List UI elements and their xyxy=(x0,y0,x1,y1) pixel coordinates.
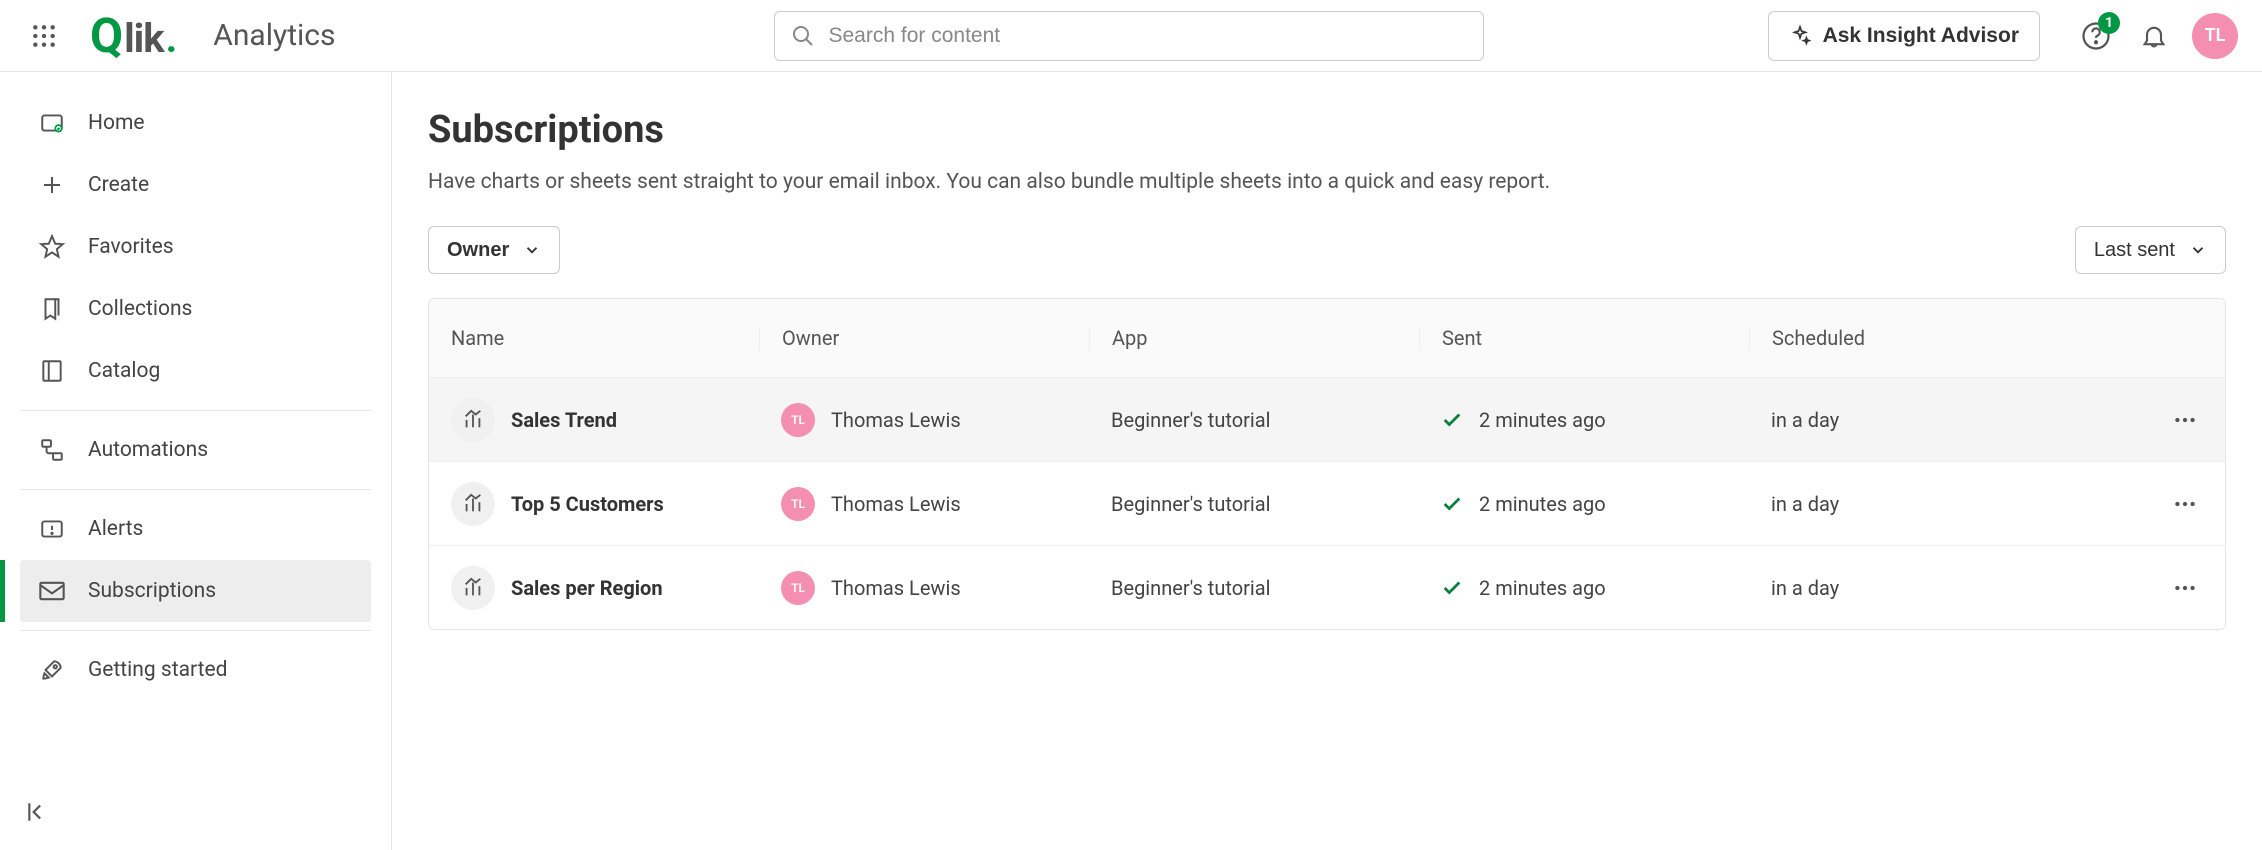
sidebar-item-subscriptions[interactable]: Subscriptions xyxy=(20,560,371,622)
main-content: Subscriptions Have charts or sheets sent… xyxy=(392,72,2262,850)
sidebar-item-getting-started[interactable]: Getting started xyxy=(20,639,371,701)
search-icon xyxy=(791,24,815,48)
row-name: Sales Trend xyxy=(511,408,617,432)
row-menu-button[interactable] xyxy=(2163,482,2207,526)
owner-avatar: TL xyxy=(781,403,815,437)
sidebar: Home Create Favorites Collections xyxy=(0,72,392,850)
row-sent: 2 minutes ago xyxy=(1479,576,1606,600)
qlik-logo[interactable]: Qlik. xyxy=(90,7,177,64)
sidebar-item-catalog[interactable]: Catalog xyxy=(20,340,371,402)
sidebar-item-collections[interactable]: Collections xyxy=(20,278,371,340)
row-menu-button[interactable] xyxy=(2163,566,2207,610)
page-title: Subscriptions xyxy=(428,108,2226,152)
table-row[interactable]: Top 5 Customers TL Thomas Lewis Beginner… xyxy=(429,461,2225,545)
chart-icon xyxy=(451,398,495,442)
sidebar-item-create[interactable]: Create xyxy=(20,154,371,216)
sidebar-item-alerts[interactable]: Alerts xyxy=(20,498,371,560)
sidebar-item-label: Favorites xyxy=(88,235,174,259)
column-sent[interactable]: Sent xyxy=(1419,326,1749,350)
chart-icon xyxy=(451,482,495,526)
row-name: Sales per Region xyxy=(511,576,663,600)
sort-button[interactable]: Last sent xyxy=(2075,226,2226,274)
owner-filter-button[interactable]: Owner xyxy=(428,226,560,274)
sidebar-item-label: Collections xyxy=(88,297,192,321)
sidebar-item-label: Getting started xyxy=(88,658,228,682)
sidebar-item-label: Catalog xyxy=(88,359,160,383)
filter-label: Owner xyxy=(447,239,509,262)
chevron-down-icon xyxy=(2189,241,2207,259)
envelope-icon xyxy=(38,577,66,605)
row-app: Beginner's tutorial xyxy=(1111,492,1271,516)
row-owner: Thomas Lewis xyxy=(831,408,961,432)
row-name: Top 5 Customers xyxy=(511,492,664,516)
row-owner: Thomas Lewis xyxy=(831,492,961,516)
row-sent: 2 minutes ago xyxy=(1479,492,1606,516)
table-row[interactable]: Sales Trend TL Thomas Lewis Beginner's t… xyxy=(429,377,2225,461)
page-description: Have charts or sheets sent straight to y… xyxy=(428,170,2226,194)
collapse-sidebar-button[interactable] xyxy=(20,794,56,830)
sidebar-item-label: Alerts xyxy=(88,517,143,541)
row-app: Beginner's tutorial xyxy=(1111,576,1271,600)
bookmark-icon xyxy=(38,295,66,323)
check-icon xyxy=(1441,409,1463,431)
row-scheduled: in a day xyxy=(1771,492,1839,516)
toolbar: Owner Last sent xyxy=(428,226,2226,274)
product-name: Analytics xyxy=(213,18,335,53)
sort-label: Last sent xyxy=(2094,239,2175,262)
app-header: Qlik. Analytics Ask Insight Advisor 1 TL xyxy=(0,0,2262,72)
rocket-icon xyxy=(38,656,66,684)
row-owner: Thomas Lewis xyxy=(831,576,961,600)
subscriptions-table: Name Owner App Sent Scheduled Sales Tren… xyxy=(428,298,2226,630)
chart-icon xyxy=(451,566,495,610)
table-row[interactable]: Sales per Region TL Thomas Lewis Beginne… xyxy=(429,545,2225,629)
catalog-icon xyxy=(38,357,66,385)
user-avatar[interactable]: TL xyxy=(2192,13,2238,59)
notifications-button[interactable] xyxy=(2134,16,2174,56)
plus-icon xyxy=(38,171,66,199)
chevron-down-icon xyxy=(523,241,541,259)
table-header: Name Owner App Sent Scheduled xyxy=(429,299,2225,377)
row-scheduled: in a day xyxy=(1771,576,1839,600)
help-button[interactable]: 1 xyxy=(2076,16,2116,56)
app-launcher-icon[interactable] xyxy=(24,16,64,56)
sidebar-item-label: Home xyxy=(88,111,145,135)
help-badge: 1 xyxy=(2098,12,2120,34)
check-icon xyxy=(1441,493,1463,515)
sparkle-icon xyxy=(1789,25,1811,47)
star-icon xyxy=(38,233,66,261)
owner-avatar: TL xyxy=(781,487,815,521)
column-owner[interactable]: Owner xyxy=(759,326,1089,350)
automations-icon xyxy=(38,436,66,464)
column-app[interactable]: App xyxy=(1089,326,1419,350)
row-app: Beginner's tutorial xyxy=(1111,408,1271,432)
row-scheduled: in a day xyxy=(1771,408,1839,432)
ask-insight-label: Ask Insight Advisor xyxy=(1823,24,2019,48)
sidebar-item-home[interactable]: Home xyxy=(20,92,371,154)
sidebar-item-favorites[interactable]: Favorites xyxy=(20,216,371,278)
row-menu-button[interactable] xyxy=(2163,398,2207,442)
home-icon xyxy=(38,109,66,137)
check-icon xyxy=(1441,577,1463,599)
search-input[interactable] xyxy=(829,24,1467,48)
sidebar-item-label: Subscriptions xyxy=(88,579,216,603)
owner-avatar: TL xyxy=(781,571,815,605)
alerts-icon xyxy=(38,515,66,543)
row-sent: 2 minutes ago xyxy=(1479,408,1606,432)
column-name[interactable]: Name xyxy=(429,326,759,350)
sidebar-item-label: Create xyxy=(88,173,149,197)
column-scheduled[interactable]: Scheduled xyxy=(1749,326,2079,350)
ask-insight-button[interactable]: Ask Insight Advisor xyxy=(1768,11,2040,61)
search-box[interactable] xyxy=(774,11,1484,61)
sidebar-item-label: Automations xyxy=(88,438,208,462)
sidebar-item-automations[interactable]: Automations xyxy=(20,419,371,481)
